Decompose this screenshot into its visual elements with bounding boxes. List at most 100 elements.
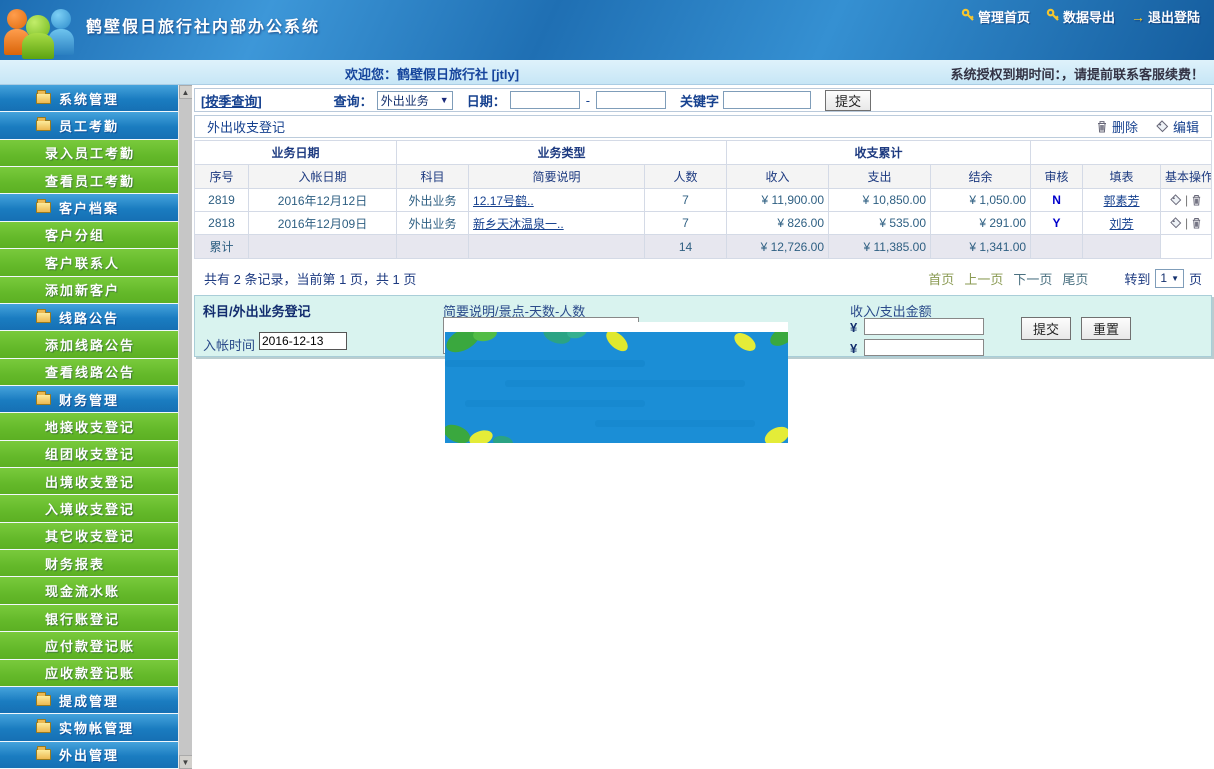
sidebar-item-finance-mgmt[interactable]: 财务管理	[0, 385, 178, 414]
admin-home-link[interactable]: 管理首页	[961, 7, 1030, 26]
welcome-bar: 欢迎您：鹤壁假日旅行社 [jtly] 系统授权到期时间：，请提前联系客服续费！	[0, 60, 1214, 85]
key-icon	[961, 8, 975, 25]
sidebar-item-local-ledger[interactable]: 地接收支登记	[0, 413, 178, 441]
group-header-type: 业务类型	[396, 140, 728, 165]
ledger-table: 业务日期 业务类型 收支累计 序号 入帐日期 科目 简要说明 人数 收入 支出 …	[193, 140, 1212, 259]
sidebar-item-enter-attendance[interactable]: 录入员工考勤	[0, 139, 178, 168]
sidebar-item-cash-journal[interactable]: 现金流水账	[0, 577, 178, 605]
delete-action[interactable]: 删除	[1096, 117, 1138, 136]
page-number-select[interactable]: 1 ▼	[1155, 268, 1184, 288]
sidebar-item-label: 财务管理	[59, 392, 120, 408]
keyword-input[interactable]	[723, 91, 812, 109]
sidebar-item-other-ledger[interactable]: 其它收支登记	[0, 522, 178, 551]
entry-time-input[interactable]	[259, 332, 347, 350]
cell-balance: ¥ 1,050.00	[930, 188, 1032, 212]
list-title: 外出收支登记	[207, 120, 286, 135]
summary-income: ¥ 12,726.00	[726, 234, 830, 259]
form-reset-button[interactable]: 重置	[1081, 317, 1132, 340]
income-amount-input[interactable]	[864, 318, 984, 335]
entry-time-label: 入帐时间	[203, 338, 256, 353]
sidebar-item-payables-ledger[interactable]: 应付款登记账	[0, 632, 178, 660]
first-page-link[interactable]: 首页	[928, 269, 954, 288]
folder-icon	[36, 199, 51, 214]
query-submit-button[interactable]: 提交	[825, 89, 872, 111]
summary-expense: ¥ 11,385.00	[828, 234, 932, 259]
table-summary-row: 累计 14 ¥ 12,726.00 ¥ 11,385.00 ¥ 1,341.00	[194, 234, 1212, 259]
sidebar-item-label: 入境收支登记	[45, 502, 136, 518]
scroll-up-icon[interactable]: ▲	[178, 85, 193, 99]
sidebar-item-receivables-ledger[interactable]: 应收款登记账	[0, 659, 178, 687]
sidebar-item-label: 出境收支登记	[45, 474, 136, 490]
expense-amount-input[interactable]	[864, 339, 984, 356]
yen-symbol: ¥	[850, 320, 858, 335]
tag-icon	[1156, 120, 1169, 133]
record-desc-link[interactable]: 新乡天沐温泉一..	[473, 217, 564, 231]
sidebar-item-physical-account-mgmt[interactable]: 实物帐管理	[0, 714, 178, 742]
yen-symbol: ¥	[850, 341, 858, 356]
sidebar-item-customer-contacts[interactable]: 客户联系人	[0, 249, 178, 277]
sidebar-item-staff-attendance[interactable]: 员工考勤	[0, 112, 178, 140]
sidebar-item-add-customer[interactable]: 添加新客户	[0, 276, 178, 304]
record-desc-link[interactable]: 12.17号鹤..	[473, 194, 534, 208]
sidebar-item-system-mgmt[interactable]: 系统管理	[0, 85, 178, 113]
app-title: 鹤壁假日旅行社内部办公系统	[86, 19, 321, 36]
prev-page-link[interactable]: 上一页	[964, 269, 1003, 288]
blue-leaves-image	[445, 332, 788, 443]
sidebar-item-inbound-ledger[interactable]: 入境收支登记	[0, 495, 178, 523]
chevron-down-icon: ▼	[1171, 273, 1179, 283]
date-from-input[interactable]	[509, 91, 580, 109]
logout-link[interactable]: → 退出登陆	[1131, 7, 1200, 26]
filler-link[interactable]: 刘芳	[1110, 217, 1134, 231]
sidebar-item-view-route-notice[interactable]: 查看线路公告	[0, 358, 178, 386]
col-income: 收入	[726, 164, 830, 189]
sidebar-item-route-notices[interactable]: 线路公告	[0, 303, 178, 332]
sidebar-item-outbound-ledger[interactable]: 出境收支登记	[0, 468, 178, 496]
last-page-link[interactable]: 尾页	[1062, 269, 1088, 288]
col-date: 入帐日期	[247, 164, 398, 189]
sidebar-item-outing-mgmt[interactable]: 外出管理	[0, 741, 178, 769]
folder-icon	[36, 89, 51, 104]
license-expiry-text: 系统授权到期时间：，请提前联系客服续费！	[950, 67, 1204, 82]
sidebar-item-label: 外出管理	[59, 748, 120, 764]
col-people: 人数	[644, 164, 728, 189]
business-type-select[interactable]: 外出业务 ▼	[376, 90, 453, 110]
sidebar-item-group-ledger[interactable]: 组团收支登记	[0, 440, 178, 469]
season-query-link[interactable]: [按季查询]	[201, 91, 262, 110]
sidebar-item-label: 添加线路公告	[45, 337, 136, 353]
cell-expense: ¥ 10,850.00	[828, 188, 932, 212]
sidebar-item-view-attendance[interactable]: 查看员工考勤	[0, 167, 178, 195]
header-nav: 管理首页 数据导出 → 退出登陆	[961, 7, 1200, 26]
sidebar-scrollbar[interactable]: ▲ ▼	[178, 85, 193, 769]
query-bar: [按季查询] 查询： 外出业务 ▼ 日期： - 关键字 提交	[194, 88, 1212, 112]
audit-flag: N	[1052, 193, 1061, 207]
data-export-link[interactable]: 数据导出	[1046, 7, 1115, 26]
trash-icon[interactable]	[1191, 217, 1202, 229]
sidebar-item-label: 提成管理	[59, 693, 120, 709]
edit-tag-icon[interactable]	[1170, 194, 1182, 206]
group-header-date: 业务日期	[193, 140, 398, 165]
cell-income: ¥ 11,900.00	[726, 188, 830, 212]
sidebar-item-label: 应收款登记账	[45, 666, 136, 682]
next-page-link[interactable]: 下一页	[1013, 269, 1052, 288]
scroll-down-icon[interactable]: ▼	[178, 755, 193, 769]
table-group-header-row: 业务日期 业务类型 收支累计	[193, 140, 1212, 165]
sidebar-item-label: 银行账登记	[45, 611, 121, 627]
sidebar-item-finance-reports[interactable]: 财务报表	[0, 550, 178, 578]
form-submit-button[interactable]: 提交	[1021, 317, 1072, 340]
col-expense: 支出	[828, 164, 932, 189]
col-audit: 审核	[1030, 164, 1084, 189]
trash-icon[interactable]	[1191, 194, 1202, 206]
sidebar-item-customer-groups[interactable]: 客户分组	[0, 221, 178, 250]
goto-label: 转到	[1124, 271, 1151, 287]
edit-tag-icon[interactable]	[1170, 217, 1182, 229]
record-count-text: 共有 2 条记录，当前第 1 页，共 1 页	[204, 271, 417, 287]
sidebar-item-bank-ledger[interactable]: 银行账登记	[0, 604, 178, 633]
filler-link[interactable]: 郭素芳	[1104, 194, 1140, 208]
sidebar-item-customer-files[interactable]: 客户档案	[0, 194, 178, 222]
edit-action[interactable]: 编辑	[1156, 117, 1199, 136]
table-row: 2818 2016年12月09日 外出业务 新乡天沐温泉一.. 7 ¥ 826.…	[194, 211, 1212, 235]
sidebar-item-commission-mgmt[interactable]: 提成管理	[0, 686, 178, 715]
sidebar-item-add-route-notice[interactable]: 添加线路公告	[0, 331, 178, 359]
date-to-input[interactable]	[596, 91, 667, 109]
pagination-bar: 共有 2 条记录，当前第 1 页，共 1 页 首页 上一页 下一页 尾页 转到 …	[192, 263, 1214, 293]
